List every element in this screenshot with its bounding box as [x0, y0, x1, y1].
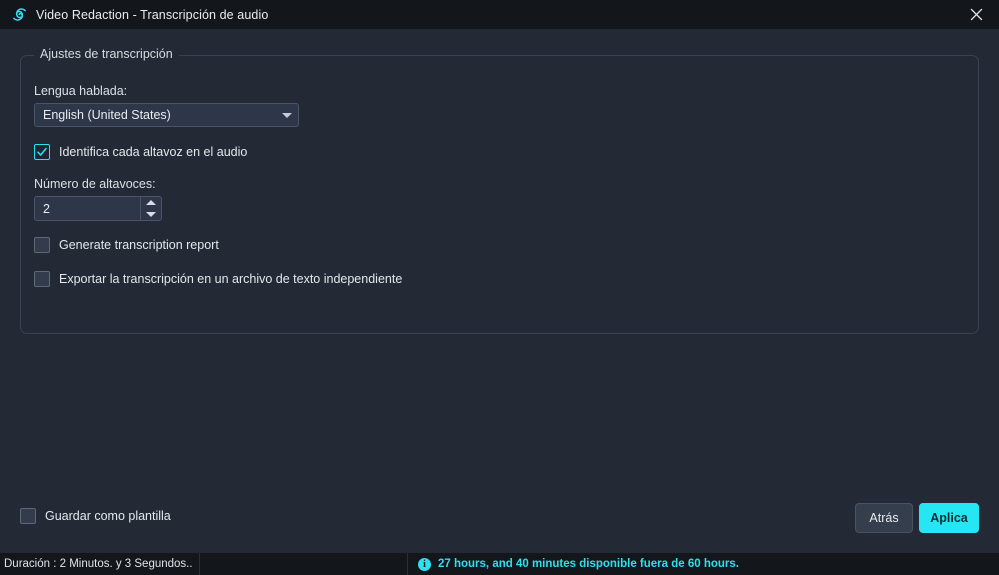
speaker-count-value: 2: [43, 201, 50, 216]
stepper-buttons: [140, 197, 161, 220]
speaker-count-label: Número de altavoces:: [34, 177, 156, 191]
identify-speaker-checkbox[interactable]: Identifica cada altavoz en el audio: [34, 144, 247, 160]
export-transcript-label: Exportar la transcripción en un archivo …: [59, 272, 403, 286]
back-button[interactable]: Atrás: [855, 503, 913, 533]
save-as-template-checkbox[interactable]: Guardar como plantilla: [20, 508, 171, 524]
speaker-count-stepper[interactable]: 2: [34, 196, 162, 221]
identify-speaker-label: Identifica cada altavoz en el audio: [59, 145, 248, 159]
info-icon: i: [418, 557, 431, 571]
duration-status: Duración : 2 Minutos. y 3 Segundos..: [0, 553, 200, 575]
group-title: Ajustes de transcripción: [34, 47, 179, 61]
close-icon[interactable]: [953, 0, 999, 29]
transcription-settings-group: Ajustes de transcripción Lengua hablada:…: [20, 47, 979, 334]
apply-button[interactable]: Aplica: [919, 503, 979, 533]
window-title: Video Redaction - Transcripción de audio: [36, 7, 269, 22]
generate-report-checkbox[interactable]: Generate transcription report: [34, 237, 219, 253]
export-transcript-checkbox[interactable]: Exportar la transcripción en un archivo …: [34, 271, 402, 287]
quota-status: i 27 hours, and 40 minutes disponible fu…: [408, 553, 999, 575]
checkbox-unchecked-icon: [20, 508, 36, 524]
spoken-language-select[interactable]: English (United States): [34, 103, 299, 127]
spoken-language-label: Lengua hablada:: [34, 84, 128, 98]
status-bar: Duración : 2 Minutos. y 3 Segundos.. i 2…: [0, 553, 999, 575]
checkbox-unchecked-icon: [34, 271, 50, 287]
quota-text: 27 hours, and 40 minutes disponible fuer…: [438, 558, 739, 570]
checkbox-unchecked-icon: [34, 237, 50, 253]
dialog-body: Ajustes de transcripción Lengua hablada:…: [0, 29, 999, 553]
spoken-language-value: English (United States): [43, 108, 171, 122]
spinner-down-icon[interactable]: [141, 209, 161, 221]
status-spacer: [200, 553, 408, 575]
save-as-template-label: Guardar como plantilla: [45, 509, 171, 523]
title-bar: Video Redaction - Transcripción de audio: [0, 0, 999, 29]
spiral-logo-icon: [10, 6, 28, 24]
checkbox-checked-icon: [34, 144, 50, 160]
chevron-down-icon: [276, 112, 298, 118]
spinner-up-icon[interactable]: [141, 197, 161, 209]
generate-report-label: Generate transcription report: [59, 238, 219, 252]
